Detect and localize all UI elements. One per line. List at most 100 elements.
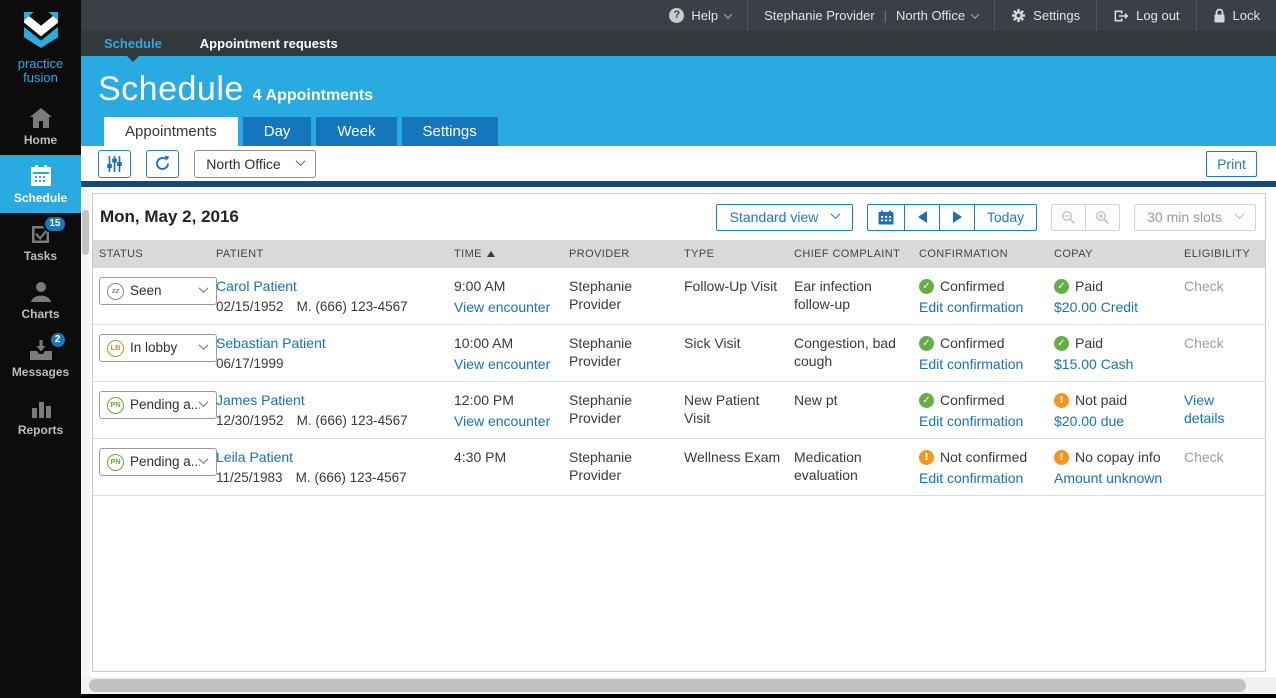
- view-encounter-link[interactable]: View encounter: [454, 355, 550, 373]
- column-status: STATUS: [99, 248, 216, 260]
- sidebar-item-messages[interactable]: 2 Messages: [0, 329, 81, 387]
- schedule-controls: Mon, May 2, 2016 Standard view: [93, 194, 1265, 240]
- slot-size-select[interactable]: 30 min slots: [1134, 204, 1256, 231]
- chevron-down-icon: [971, 10, 979, 18]
- horizontal-scrollbar[interactable]: [81, 677, 1276, 694]
- tab-day[interactable]: Day: [243, 117, 312, 146]
- today-button[interactable]: Today: [974, 204, 1037, 231]
- patient-link[interactable]: Sebastian Patient: [216, 335, 326, 351]
- logout-button[interactable]: Log out: [1096, 0, 1195, 31]
- zoom-group: [1051, 204, 1120, 231]
- refresh-button[interactable]: [146, 150, 179, 178]
- help-label: Help: [691, 8, 718, 23]
- patient-link[interactable]: James Patient: [216, 392, 305, 408]
- lock-button[interactable]: Lock: [1196, 0, 1276, 31]
- subnav-schedule-label: Schedule: [104, 36, 162, 51]
- date-nav-group: Today: [867, 204, 1037, 231]
- not-confirmed-warning-icon: !: [919, 450, 934, 465]
- status-select[interactable]: LB In lobby: [99, 334, 217, 362]
- sidebar-item-reports[interactable]: Reports: [0, 387, 81, 445]
- subnav-appointment-requests[interactable]: Appointment requests: [200, 36, 338, 51]
- edit-confirmation-link[interactable]: Edit confirmation: [919, 298, 1023, 316]
- horizontal-scrollbar-thumb[interactable]: [89, 679, 1246, 692]
- sidebar-item-label: Schedule: [14, 191, 67, 205]
- eligibility-check: Check: [1184, 335, 1224, 351]
- office-name: North Office: [896, 8, 965, 23]
- status-value: In lobby: [130, 339, 200, 357]
- vertical-scrollbar-thumb[interactable]: [82, 210, 89, 255]
- help-menu[interactable]: ? Help: [653, 0, 747, 31]
- refresh-icon: [154, 155, 171, 172]
- zoom-in-button[interactable]: [1085, 204, 1120, 231]
- view-encounter-link[interactable]: View encounter: [454, 298, 550, 316]
- tasks-badge: 15: [43, 215, 66, 233]
- paid-check-icon: ✓: [1054, 336, 1069, 351]
- previous-day-button[interactable]: [904, 204, 940, 231]
- sidebar-item-tasks[interactable]: 15 Tasks: [0, 213, 81, 271]
- arrow-right-icon: [953, 211, 962, 223]
- copay-detail-link[interactable]: $20.00 due: [1054, 412, 1124, 430]
- vertical-scrollbar[interactable]: [81, 187, 90, 677]
- view-mode-select[interactable]: Standard view: [716, 204, 853, 231]
- next-day-button[interactable]: [939, 204, 975, 231]
- logout-icon: [1113, 9, 1129, 23]
- copay-detail-link[interactable]: Amount unknown: [1054, 469, 1162, 487]
- schedule-panel: Mon, May 2, 2016 Standard view: [92, 193, 1266, 672]
- tab-week[interactable]: Week: [316, 117, 396, 146]
- subnav-schedule[interactable]: Schedule: [104, 36, 162, 51]
- sidebar-item-charts[interactable]: Charts: [0, 271, 81, 329]
- edit-confirmation-link[interactable]: Edit confirmation: [919, 469, 1023, 487]
- appointment-time: 12:00 PM: [454, 391, 557, 409]
- office-filter-select[interactable]: North Office: [194, 150, 316, 178]
- column-time[interactable]: TIME: [454, 248, 569, 260]
- appointment-type: Follow-Up Visit: [684, 277, 794, 295]
- sort-ascending-icon: [487, 251, 495, 257]
- sidebar: practice fusion Home Schedule: [0, 0, 81, 698]
- sidebar-nav: Home Schedule 15: [0, 97, 81, 445]
- no-copay-warning-icon: !: [1054, 450, 1069, 465]
- status-select[interactable]: PN Pending a...: [99, 448, 217, 476]
- chief-complaint: Ear infection follow-up: [794, 277, 919, 313]
- tab-appointments[interactable]: Appointments: [104, 117, 238, 146]
- chevron-down-icon: [199, 397, 209, 407]
- column-confirmation: CONFIRMATION: [919, 248, 1054, 260]
- settings-label: Settings: [1033, 8, 1080, 23]
- sidebar-item-label: Tasks: [24, 249, 57, 263]
- patient-phone: M. (666) 123-4567: [296, 469, 407, 487]
- brand: practice fusion: [0, 0, 81, 85]
- calendar-picker-button[interactable]: [867, 204, 905, 231]
- status-seen-icon: zz: [107, 283, 124, 300]
- page-header: Schedule4 Appointments Appointments Day …: [81, 56, 1276, 146]
- sidebar-item-home[interactable]: Home: [0, 97, 81, 155]
- view-encounter-link[interactable]: View encounter: [454, 412, 550, 430]
- sidebar-item-schedule[interactable]: Schedule: [0, 155, 81, 213]
- copay-status: No copay info: [1075, 448, 1161, 466]
- table-header: STATUS PATIENT TIME PROVIDER TYPE CHIEF …: [93, 240, 1265, 268]
- provider-name: Stephanie Provider: [569, 334, 649, 370]
- settings-button[interactable]: Settings: [994, 0, 1096, 31]
- eligibility-check: Check: [1184, 449, 1224, 465]
- edit-confirmation-link[interactable]: Edit confirmation: [919, 412, 1023, 430]
- filter-button[interactable]: [98, 150, 131, 178]
- chief-complaint: New pt: [794, 391, 919, 409]
- sliders-icon: [106, 156, 123, 172]
- sidebar-item-label: Home: [24, 133, 57, 147]
- print-button[interactable]: Print: [1206, 151, 1257, 177]
- zoom-in-icon: [1095, 210, 1110, 225]
- subnav-appointment-requests-label: Appointment requests: [200, 36, 338, 51]
- copay-detail-link[interactable]: $15.00 Cash: [1054, 355, 1133, 373]
- copay-status: Paid: [1075, 277, 1103, 295]
- zoom-out-button[interactable]: [1051, 204, 1086, 231]
- copay-detail-link[interactable]: $20.00 Credit: [1054, 298, 1138, 316]
- edit-confirmation-link[interactable]: Edit confirmation: [919, 355, 1023, 373]
- chevron-down-icon: [724, 10, 732, 18]
- logout-label: Log out: [1136, 8, 1179, 23]
- status-select[interactable]: zz Seen: [99, 277, 217, 305]
- status-select[interactable]: PN Pending a...: [99, 391, 217, 419]
- patient-link[interactable]: Carol Patient: [216, 278, 297, 294]
- tab-settings[interactable]: Settings: [402, 117, 498, 146]
- patient-link[interactable]: Leila Patient: [216, 449, 293, 465]
- user-office-menu[interactable]: Stephanie Provider | North Office: [747, 0, 994, 31]
- view-details-link[interactable]: View details: [1184, 392, 1224, 426]
- tasks-icon: 15: [27, 222, 55, 246]
